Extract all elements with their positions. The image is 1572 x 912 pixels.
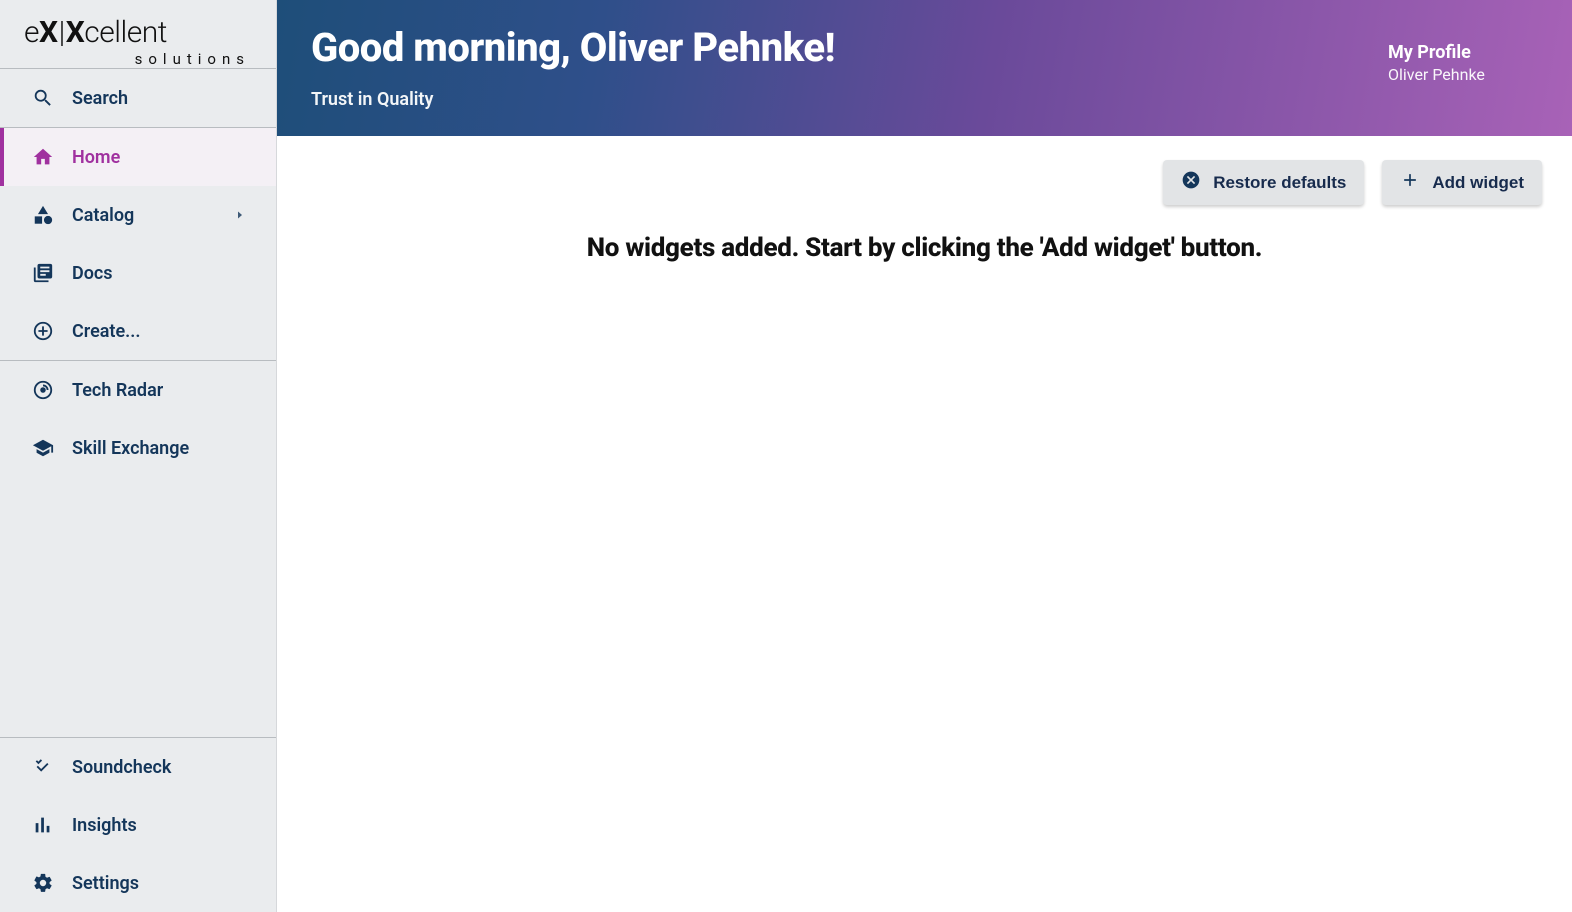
add-widget-button[interactable]: Add widget: [1382, 160, 1542, 205]
sidebar-item-soundcheck[interactable]: Soundcheck: [0, 738, 276, 796]
sidebar: eX|Xcellent solutions Search Home Catalo…: [0, 0, 277, 912]
sidebar-item-create[interactable]: Create...: [0, 302, 276, 360]
docs-icon: [32, 262, 54, 284]
button-label: Restore defaults: [1213, 173, 1346, 193]
profile-name: Oliver Pehnke: [1388, 65, 1538, 84]
catalog-icon: [32, 204, 54, 226]
sidebar-item-label: Create...: [72, 321, 264, 342]
settings-icon: [32, 872, 54, 894]
sidebar-item-label: Docs: [72, 263, 264, 284]
nav-group-main: Home Catalog Docs Create...: [0, 127, 276, 360]
nav-group-search: Search: [0, 68, 276, 127]
skill-icon: [32, 437, 54, 459]
plus-icon: [1400, 170, 1420, 195]
home-icon: [32, 146, 54, 168]
sidebar-item-label: Soundcheck: [72, 757, 264, 778]
insights-icon: [32, 814, 54, 836]
sidebar-item-docs[interactable]: Docs: [0, 244, 276, 302]
button-label: Add widget: [1432, 173, 1524, 193]
hero-banner: Good morning, Oliver Pehnke! Trust in Qu…: [277, 0, 1572, 136]
sidebar-item-insights[interactable]: Insights: [0, 796, 276, 854]
sidebar-item-catalog[interactable]: Catalog: [0, 186, 276, 244]
sidebar-item-settings[interactable]: Settings: [0, 854, 276, 912]
sidebar-item-techradar[interactable]: Tech Radar: [0, 361, 276, 419]
sidebar-item-label: Insights: [72, 815, 264, 836]
create-icon: [32, 320, 54, 342]
chevron-right-icon: [234, 205, 246, 226]
sidebar-item-home[interactable]: Home: [0, 128, 276, 186]
restore-defaults-button[interactable]: Restore defaults: [1163, 160, 1364, 205]
sidebar-item-label: Catalog: [72, 205, 216, 226]
cancel-circle-icon: [1181, 170, 1201, 195]
sidebar-item-search[interactable]: Search: [0, 69, 276, 127]
profile-link[interactable]: My Profile Oliver Pehnke: [1388, 24, 1538, 84]
sidebar-item-label: Tech Radar: [72, 380, 264, 401]
brand-logo-text: eX|Xcellent: [24, 18, 167, 48]
nav-spacer: [0, 477, 276, 737]
sidebar-item-label: Home: [72, 147, 264, 168]
nav-group-tools: Tech Radar Skill Exchange: [0, 360, 276, 477]
page-greeting: Good morning, Oliver Pehnke!: [311, 24, 835, 71]
empty-state-message: No widgets added. Start by clicking the …: [587, 233, 1262, 263]
main-content: Good morning, Oliver Pehnke! Trust in Qu…: [277, 0, 1572, 912]
brand-logo: eX|Xcellent solutions: [0, 0, 276, 68]
soundcheck-icon: [32, 756, 54, 778]
sidebar-item-label: Settings: [72, 873, 264, 894]
sidebar-item-skillexchange[interactable]: Skill Exchange: [0, 419, 276, 477]
hero-text: Good morning, Oliver Pehnke! Trust in Qu…: [311, 24, 835, 110]
brand-logo-subtext: solutions: [135, 50, 250, 68]
radar-icon: [32, 379, 54, 401]
sidebar-item-label: Search: [72, 88, 264, 109]
sidebar-item-label: Skill Exchange: [72, 438, 264, 459]
search-icon: [32, 87, 54, 109]
nav-group-bottom: Soundcheck Insights Settings: [0, 737, 276, 912]
widget-toolbar: Restore defaults Add widget: [277, 136, 1572, 205]
page-tagline: Trust in Quality: [311, 89, 835, 110]
profile-title: My Profile: [1388, 42, 1538, 63]
